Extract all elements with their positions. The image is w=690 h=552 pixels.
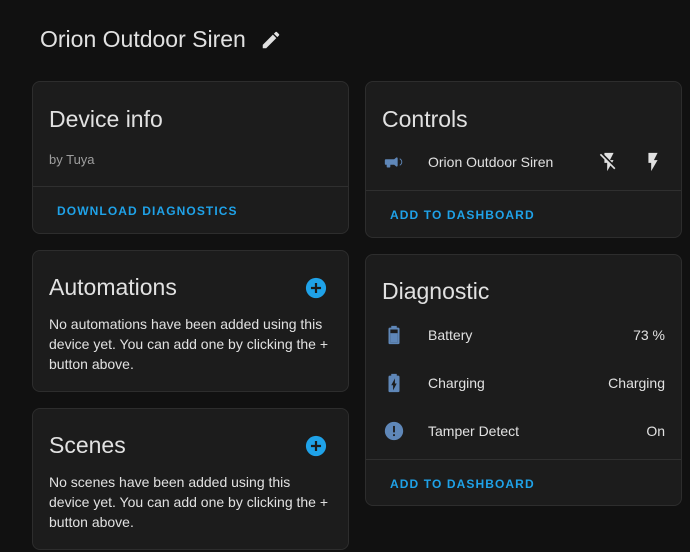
page-title: Orion Outdoor Siren — [40, 26, 246, 52]
plus-circle-icon — [305, 277, 327, 299]
card-divider — [366, 190, 681, 191]
controls-add-to-dashboard-button[interactable]: ADD TO DASHBOARD — [390, 208, 535, 222]
diagnostic-add-to-dashboard-button[interactable]: ADD TO DASHBOARD — [390, 477, 535, 491]
turn-on-button[interactable] — [641, 150, 665, 174]
flash-off-icon — [599, 152, 616, 172]
tamper-label: Tamper Detect — [428, 423, 520, 439]
charging-value: Charging — [608, 375, 665, 391]
automations-empty-text: No automations have been added using thi… — [49, 316, 329, 372]
flash-icon — [648, 152, 658, 172]
download-diagnostics-button[interactable]: DOWNLOAD DIAGNOSTICS — [57, 204, 238, 218]
tamper-value: On — [646, 423, 665, 439]
battery-charging-icon — [382, 371, 406, 395]
charging-label: Charging — [428, 375, 485, 391]
card-divider — [33, 186, 348, 187]
battery-value: 73 % — [633, 327, 665, 343]
page-header: Orion Outdoor Siren — [40, 26, 282, 53]
plus-circle-icon — [305, 435, 327, 457]
siren-entity-name: Orion Outdoor Siren — [428, 154, 554, 170]
automations-card: Automations No automations have been add… — [32, 250, 349, 392]
card-divider — [366, 459, 681, 460]
battery-icon — [382, 323, 406, 347]
battery-label: Battery — [428, 327, 473, 343]
manufacturer-label: by Tuya — [49, 152, 95, 167]
diagnostic-row-tamper[interactable]: Tamper Detect On — [382, 417, 665, 445]
scenes-empty-text: No scenes have been added using this dev… — [49, 474, 329, 530]
scenes-title: Scenes — [49, 432, 126, 458]
device-info-title: Device info — [49, 106, 163, 132]
add-scene-button[interactable] — [305, 435, 327, 457]
scenes-card: Scenes No scenes have been added using t… — [32, 408, 349, 550]
diagnostic-row-battery[interactable]: Battery 73 % — [382, 321, 665, 349]
diagnostic-title: Diagnostic — [382, 278, 490, 304]
controls-card: Controls Orion Outdoor Siren ADD TO DASH… — [365, 81, 682, 238]
alert-circle-icon — [382, 419, 406, 443]
automations-title: Automations — [49, 274, 177, 300]
add-automation-button[interactable] — [305, 277, 327, 299]
bullhorn-icon — [382, 150, 406, 174]
siren-entity-row[interactable]: Orion Outdoor Siren — [382, 148, 665, 176]
diagnostic-row-charging[interactable]: Charging Charging — [382, 369, 665, 397]
diagnostic-card: Diagnostic Battery 73 % Charging Chargin… — [365, 254, 682, 506]
turn-off-button[interactable] — [597, 150, 621, 174]
device-info-card: Device info by Tuya DOWNLOAD DIAGNOSTICS — [32, 81, 349, 234]
controls-title: Controls — [382, 106, 468, 132]
edit-pencil-icon[interactable] — [260, 29, 282, 51]
